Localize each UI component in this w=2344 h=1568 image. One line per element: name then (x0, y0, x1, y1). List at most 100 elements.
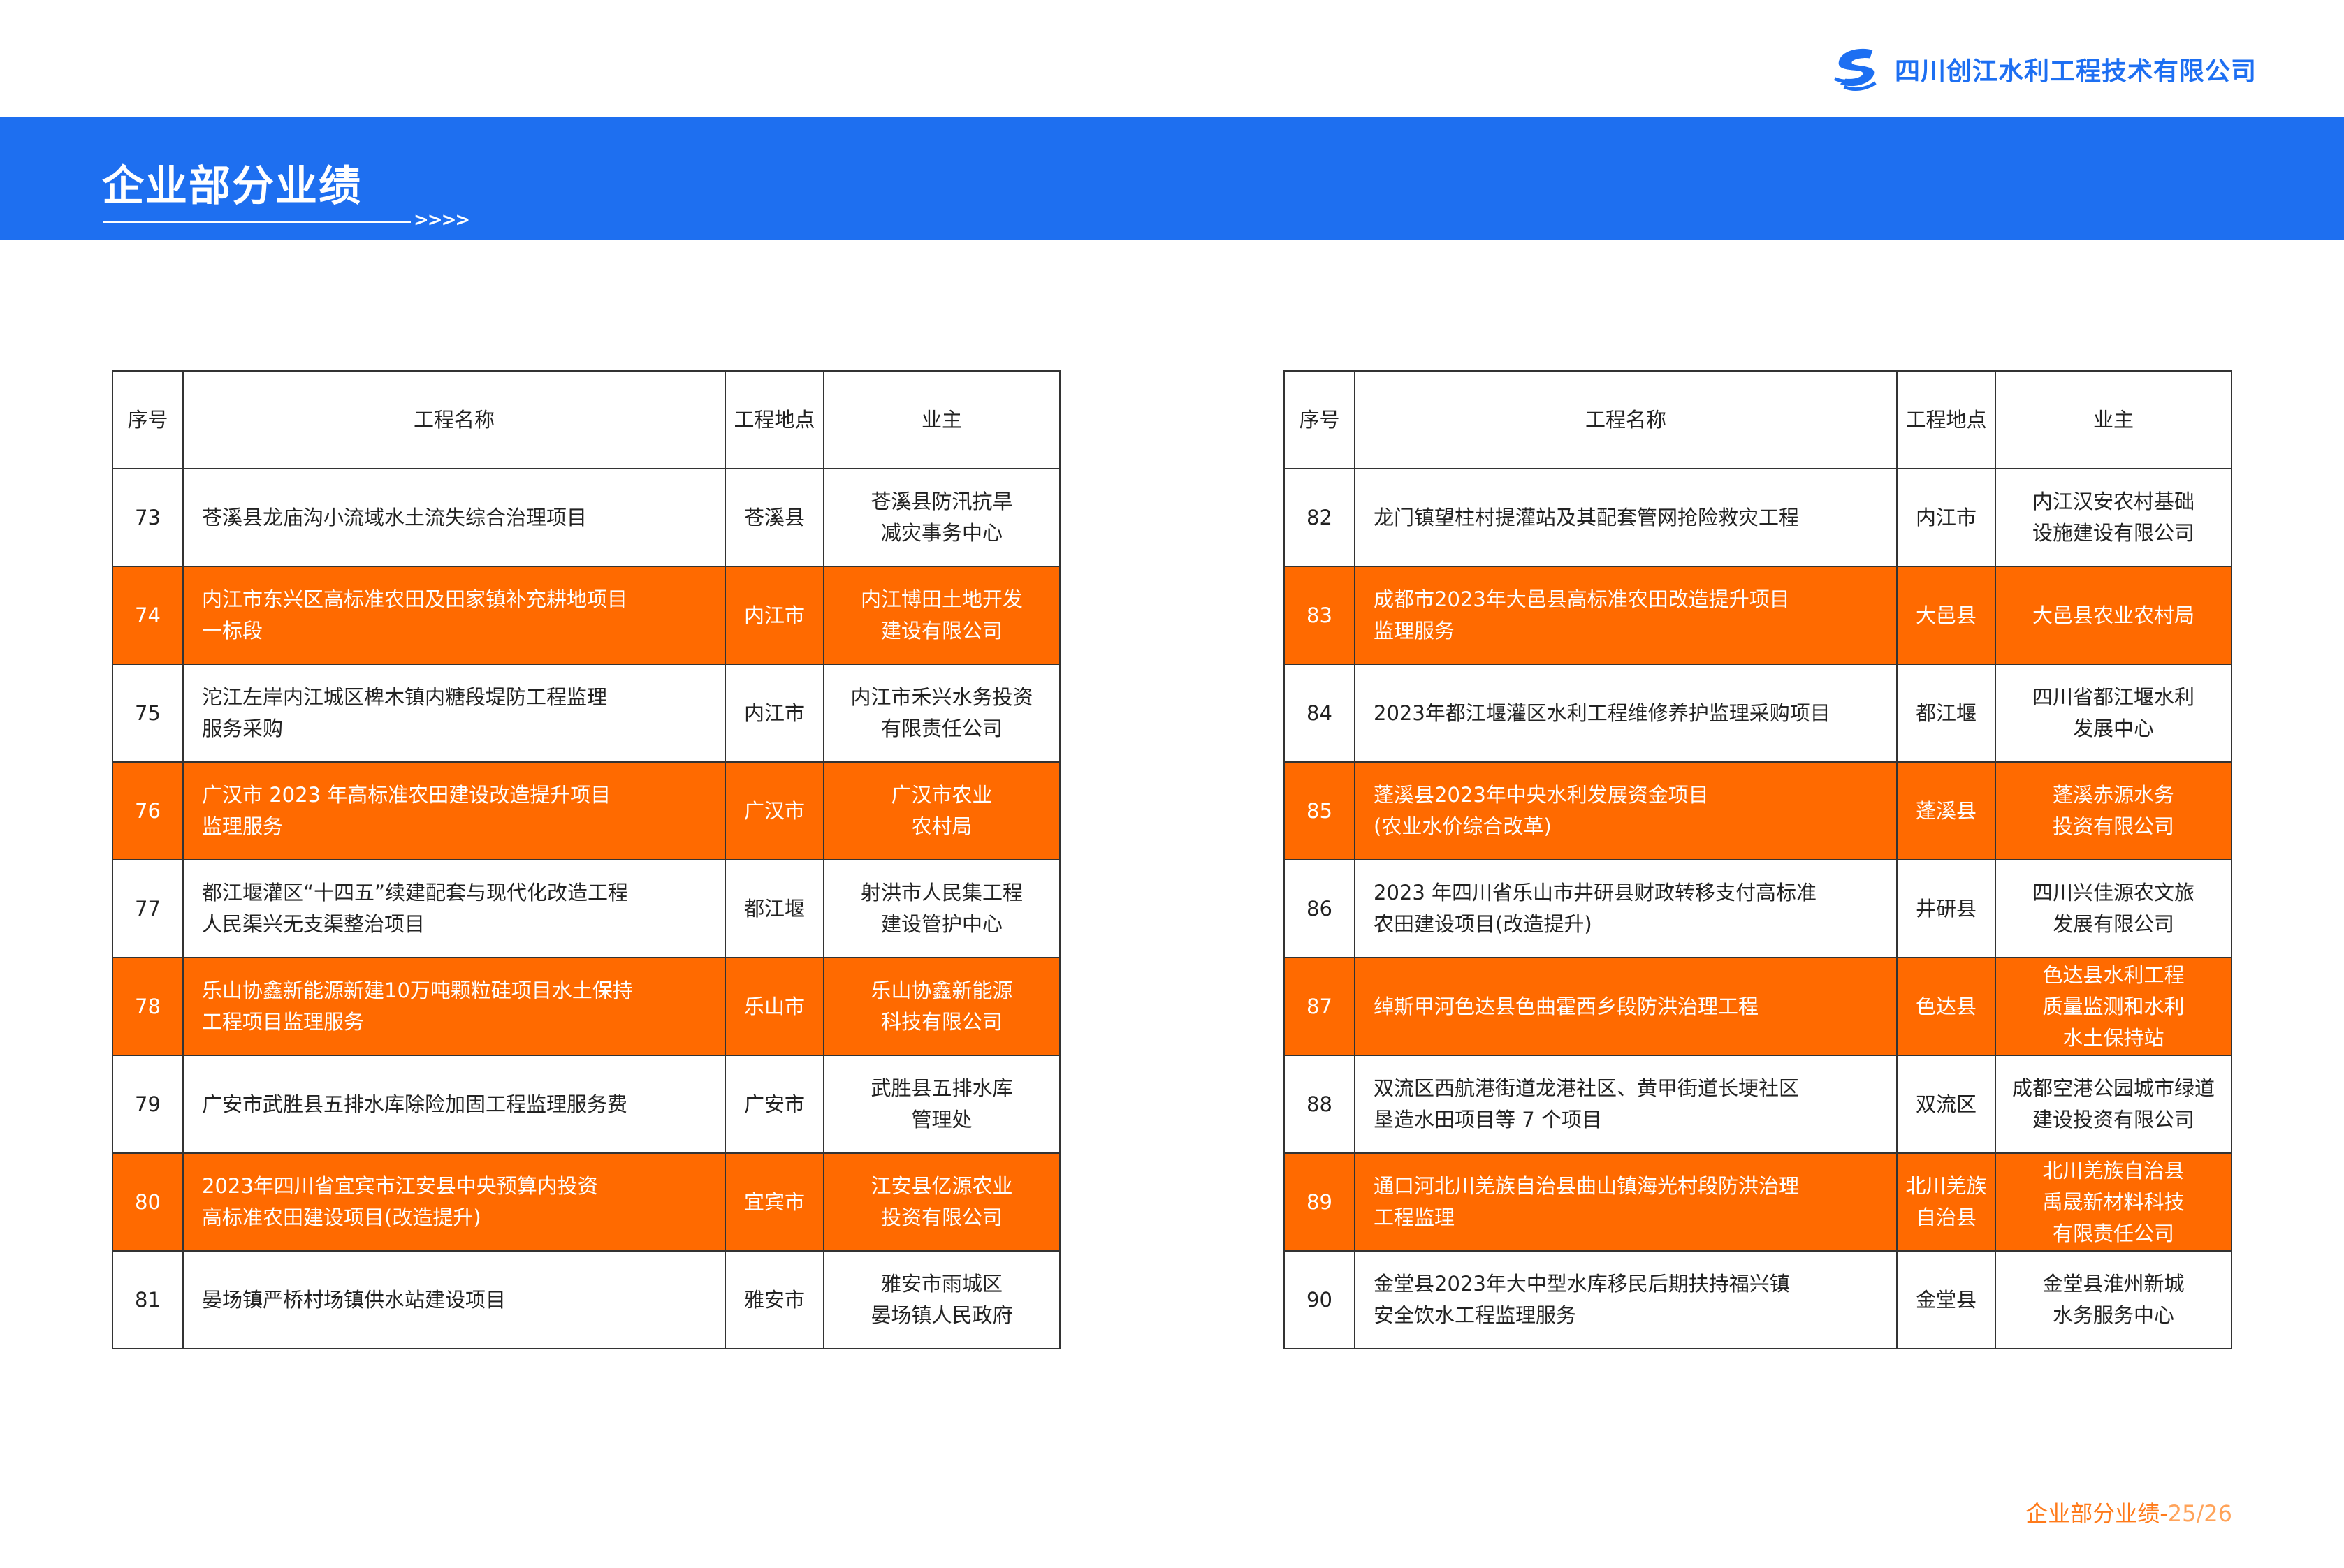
cell-owner: 乐山协鑫新能源 科技有限公司 (823, 957, 1061, 1056)
projects-table-left: 序号 工程名称 工程地点 业主 73 苍溪县龙庙沟小流域水土流失综合治理项目 苍溪县… (112, 370, 1061, 1349)
cell-owner: 内江博田土地开发 建设有限公司 (823, 566, 1061, 665)
cell-location-line: 内江市 (743, 603, 805, 627)
header-no: 序号 (112, 370, 184, 469)
table-row: 84 2023年都江堰灌区水利工程维修养护监理采购项目 都江堰 四川省都江堰水利 发展中… (1283, 664, 2232, 763)
table-row: 79 广安市武胜县五排水库除险加固工程监理服务费 广安市 武胜县五排水库 管理处 (112, 1055, 1061, 1154)
cell-owner: 色达县水利工程 质量监测和水利 水土保持站 (1995, 957, 2232, 1056)
top-header: 四川创江水利工程技术有限公司 (0, 0, 2344, 117)
cell-project-name: 2023年四川省宜宾市江安县中央预算内投资 高标准农田建设项目(改造提升) (182, 1152, 726, 1252)
cell-location-line: 北川羌族 (1905, 1174, 1987, 1198)
company-name: 四川创江水利工程技术有限公司 (1894, 57, 2257, 86)
table-row: 80 2023年四川省宜宾市江安县中央预算内投资 高标准农田建设项目(改造提升) 宜宾… (112, 1152, 1061, 1252)
cell-project-name-line: 农田建设项目(改造提升) (1374, 912, 1592, 936)
cell-no: 74 (112, 566, 184, 665)
cell-project-name-line: 乐山协鑫新能源新建10万吨颗粒硅项目水土保持 (202, 979, 633, 1002)
table-row: 77 都江堰灌区“十四五”续建配套与现代化改造工程 人民渠兴无支渠整治项目 都江堰 射洪… (112, 859, 1061, 958)
cell-owner: 成都空港公园城市绿道 建设投资有限公司 (1995, 1055, 2232, 1154)
cell-owner-line: 大邑县农业农村局 (2032, 603, 2194, 627)
cell-location-line: 内江市 (1915, 505, 1977, 529)
cell-project-name-line: 广安市武胜县五排水库除险加固工程监理服务费 (202, 1092, 628, 1116)
cell-project-name-line: 通口河北川羌族自治县曲山镇海光村段防洪治理 (1374, 1174, 1800, 1198)
cell-location: 广汉市 (725, 761, 824, 860)
table-row: 74 内江市东兴区高标准农田及田家镇补充耕地项目 一标段 内江市 内江博田土地开发 建设有… (112, 566, 1061, 665)
cell-location-line: 金堂县 (1915, 1287, 1977, 1312)
cell-project-name: 沱江左岸内江城区椑木镇内糖段堤防工程监理 服务采购 (182, 664, 726, 763)
cell-owner: 雅安市雨城区 晏场镇人民政府 (823, 1250, 1061, 1349)
header-no: 序号 (1283, 370, 1355, 469)
cell-location: 苍溪县 (725, 468, 824, 567)
cell-no: 79 (112, 1055, 184, 1154)
cell-location: 内江市 (725, 566, 824, 665)
cell-no: 84 (1283, 664, 1355, 763)
cell-owner-line: 江安县亿源农业 (871, 1174, 1013, 1198)
cell-location-line: 双流区 (1915, 1092, 1977, 1116)
table-row: 82 龙门镇望柱村提灌站及其配套管网抢险救灾工程 内江市 内江汉安农村基础 设施建设有限… (1283, 468, 2232, 567)
cell-no: 90 (1283, 1250, 1355, 1349)
cell-owner-line: 设施建设有限公司 (2032, 521, 2194, 545)
table-row: 81 晏场镇严桥村场镇供水站建设项目 雅安市 雅安市雨城区 晏场镇人民政府 (112, 1250, 1061, 1349)
cell-project-name-line: 2023年四川省宜宾市江安县中央预算内投资 (202, 1174, 598, 1198)
cell-project-name-line: 内江市东兴区高标准农田及田家镇补充耕地项目 (202, 587, 628, 611)
cell-location: 井研县 (1896, 859, 1996, 958)
table-header-row: 序号 工程名称 工程地点 业主 (1283, 370, 2232, 469)
table-row: 73 苍溪县龙庙沟小流域水土流失综合治理项目 苍溪县 苍溪县防汛抗旱 减灾事务中心 (112, 468, 1061, 567)
cell-owner-line: 四川省都江堰水利 (2032, 685, 2194, 709)
cell-project-name: 2023年都江堰灌区水利工程维修养护监理采购项目 (1354, 664, 1898, 763)
cell-project-name: 成都市2023年大邑县高标准农田改造提升项目 监理服务 (1354, 566, 1898, 665)
cell-project-name-line: (农业水价综合改革) (1374, 814, 1552, 838)
table-header-row: 序号 工程名称 工程地点 业主 (112, 370, 1061, 469)
company-brand: 四川创江水利工程技术有限公司 (1830, 45, 2257, 94)
cell-owner-line: 金堂县淮州新城 (2042, 1272, 2185, 1296)
cell-location-line: 蓬溪县 (1915, 798, 1977, 823)
cell-project-name: 内江市东兴区高标准农田及田家镇补充耕地项目 一标段 (182, 566, 726, 665)
cell-owner-line: 建设有限公司 (880, 619, 1003, 643)
table-row: 75 沱江左岸内江城区椑木镇内糖段堤防工程监理 服务采购 内江市 内江市禾兴水务投资 有限… (112, 664, 1061, 763)
cell-project-name-line: 工程项目监理服务 (202, 1010, 365, 1034)
cell-owner-line: 建设投资有限公司 (2032, 1108, 2194, 1131)
cell-project-name: 广安市武胜县五排水库除险加固工程监理服务费 (182, 1055, 726, 1154)
header-owner: 业主 (823, 370, 1061, 469)
cell-owner-line: 水土保持站 (2062, 1025, 2164, 1050)
cell-location: 色达县 (1896, 957, 1996, 1056)
cell-owner: 大邑县农业农村局 (1995, 566, 2232, 665)
cell-project-name: 龙门镇望柱村提灌站及其配套管网抢险救灾工程 (1354, 468, 1898, 567)
cell-project-name-line: 广汉市 2023 年高标准农田建设改造提升项目 (202, 783, 611, 807)
footer-section: 企业部分业绩- (2025, 1500, 2168, 1527)
cell-owner: 内江市禾兴水务投资 有限责任公司 (823, 664, 1061, 763)
cell-no: 75 (112, 664, 184, 763)
cell-owner-line: 有限责任公司 (2052, 1221, 2174, 1245)
cell-no: 81 (112, 1250, 184, 1349)
cell-owner-line: 内江汉安农村基础 (2032, 490, 2194, 513)
cell-project-name-line: 成都市2023年大邑县高标准农田改造提升项目 (1374, 587, 1790, 611)
cell-owner: 苍溪县防汛抗旱 减灾事务中心 (823, 468, 1061, 567)
page-footer: 企业部分业绩-25/26 (2025, 1496, 2232, 1528)
table-row: 78 乐山协鑫新能源新建10万吨颗粒硅项目水土保持 工程项目监理服务 乐山市 乐山协鑫新… (112, 957, 1061, 1056)
cell-location: 宜宾市 (725, 1152, 824, 1252)
cell-location-line: 都江堰 (743, 896, 805, 921)
cell-project-name-line: 绰斯甲河色达县色曲霍西乡段防洪治理工程 (1374, 994, 1759, 1018)
cell-owner-line: 禹晟新材料科技 (2042, 1189, 2185, 1214)
cell-project-name-line: 双流区西航港街道龙港社区、黄甲街道长埂社区 (1374, 1076, 1800, 1100)
cell-project-name-line: 晏场镇严桥村场镇供水站建设项目 (202, 1287, 507, 1312)
cell-owner-line: 武胜县五排水库 (871, 1076, 1013, 1100)
cell-owner-line: 四川兴佳源农文旅 (2032, 881, 2194, 904)
header-name: 工程名称 (182, 370, 726, 469)
cell-owner-line: 发展中心 (2072, 717, 2154, 740)
cell-owner-line: 广汉市农业 (891, 783, 993, 807)
cell-no: 77 (112, 859, 184, 958)
cell-owner-line: 有限责任公司 (880, 717, 1003, 740)
cell-no: 78 (112, 957, 184, 1056)
cell-location: 北川羌族 自治县 (1896, 1152, 1996, 1252)
cell-project-name-line: 龙门镇望柱村提灌站及其配套管网抢险救灾工程 (1374, 505, 1800, 529)
cell-owner: 四川省都江堰水利 发展中心 (1995, 664, 2232, 763)
cell-project-name-line: 2023 年四川省乐山市井研县财政转移支付高标准 (1374, 881, 1817, 904)
cell-owner: 广汉市农业 农村局 (823, 761, 1061, 860)
cell-no: 86 (1283, 859, 1355, 958)
title-underline (103, 221, 411, 223)
cell-project-name-line: 2023年都江堰灌区水利工程维修养护监理采购项目 (1374, 701, 1830, 725)
cell-owner-line: 水务服务中心 (2052, 1303, 2174, 1327)
cell-location-line: 内江市 (743, 701, 805, 725)
cell-owner-line: 蓬溪赤源水务 (2052, 783, 2174, 807)
cell-project-name-line: 一标段 (202, 619, 263, 643)
cell-owner-line: 雅安市雨城区 (880, 1272, 1003, 1296)
